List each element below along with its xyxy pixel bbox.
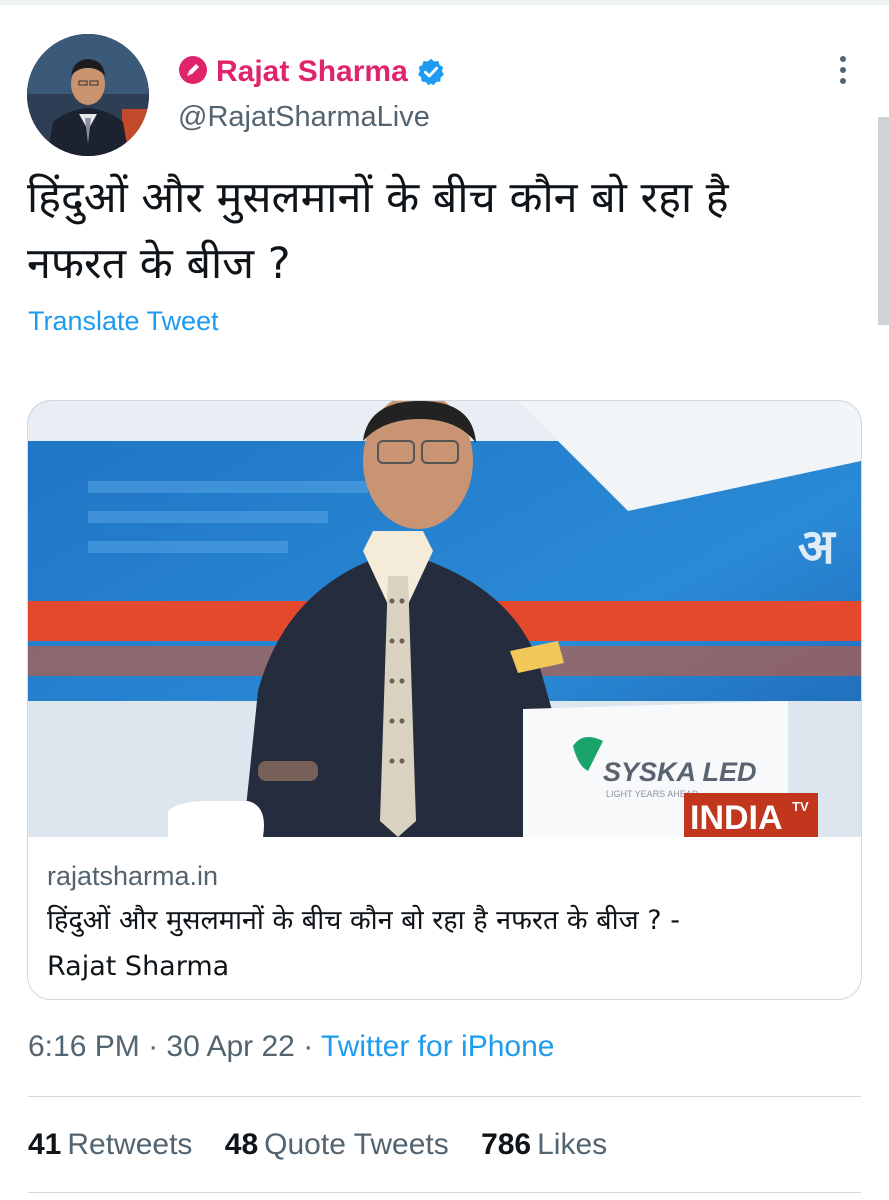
tweet-date[interactable]: 30 Apr 22 [166,1030,294,1063]
tweet-metadata: 6:16 PM · 30 Apr 22 · Twitter for iPhone [28,1030,554,1064]
channel-logo: INDIA [690,799,783,837]
tweet-source-link[interactable]: Twitter for iPhone [321,1030,554,1063]
card-title-line: हिंदुओं और मुसलमानों के बीच कौन बो रहा ह… [47,905,680,936]
more-options-button[interactable] [828,50,858,90]
tweet-time[interactable]: 6:16 PM [28,1030,140,1063]
channel-logo-tv: TV [792,799,809,814]
verified-badge-icon [416,57,446,87]
svg-text:अ: अ [798,519,837,575]
retweets-label: Retweets [67,1128,193,1161]
divider [28,1192,861,1193]
card-image: अ SYSKA LED LIGHT YEARS AHEAD INDIA TV [28,401,861,837]
tweet-text-line: हिंदुओं और मुसलमानों के बीच कौन बो रहा ह… [27,173,729,223]
link-preview-card[interactable]: अ SYSKA LED LIGHT YEARS AHEAD INDIA TV r… [27,400,862,1000]
card-title-line: Rajat Sharma [47,951,230,982]
meta-separator: · [148,1030,159,1063]
author-handle[interactable]: @RajatSharmaLive [178,101,430,134]
divider [28,1096,861,1097]
retweets-count: 41 [28,1128,62,1161]
likes-label: Likes [537,1128,608,1161]
more-vertical-icon [840,56,846,84]
syska-logo: SYSKA LED [603,757,757,787]
scrollbar[interactable] [878,117,889,325]
top-divider [0,0,889,5]
quote-tweets-stat[interactable]: 48 Quote Tweets [225,1128,449,1161]
quote-tweets-label: Quote Tweets [264,1128,449,1161]
author-name-row[interactable]: Rajat Sharma [178,52,446,92]
card-title: हिंदुओं और मुसलमानों के बीच कौन बो रहा ह… [47,898,847,990]
quote-tweets-count: 48 [224,1128,259,1161]
tweet-text-line: नफरत के बीज ? [27,239,291,289]
translate-tweet-link[interactable]: Translate Tweet [28,306,219,337]
likes-count: 786 [481,1128,532,1161]
card-domain: rajatsharma.in [47,861,219,891]
pen-icon [178,55,208,90]
retweets-stat[interactable]: 41 Retweets [28,1128,192,1161]
likes-stat[interactable]: 786 Likes [481,1128,607,1161]
engagement-stats: 41 Retweets 48 Quote Tweets 786 Likes [28,1128,631,1162]
profile-photo [27,34,149,156]
avatar[interactable] [27,34,149,156]
tweet-text: हिंदुओं और मुसलमानों के बीच कौन बो रहा ह… [27,165,857,297]
author-display-name[interactable]: Rajat Sharma [216,55,408,89]
meta-separator: · [303,1030,314,1063]
